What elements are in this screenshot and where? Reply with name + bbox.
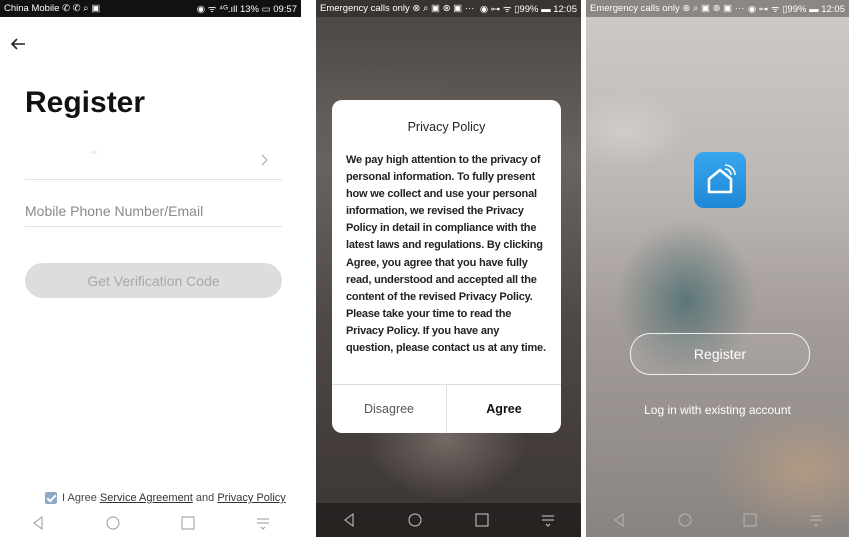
navigation-bar xyxy=(316,503,581,537)
dialog-title: Privacy Policy xyxy=(407,120,486,134)
back-arrow-icon[interactable] xyxy=(8,34,28,54)
privacy-policy-link[interactable]: Privacy Policy xyxy=(217,492,285,504)
nav-back-icon[interactable] xyxy=(610,511,628,529)
smart-home-logo-icon xyxy=(694,152,746,208)
service-agreement-link[interactable]: Service Agreement xyxy=(100,492,193,504)
phone-email-input[interactable] xyxy=(25,196,282,227)
status-right-text: ◉ ⊶ ᯤ ▯99% ▬ 12:05 xyxy=(479,4,577,15)
nav-home-icon[interactable] xyxy=(104,514,122,532)
agree-and-text: and xyxy=(195,492,215,504)
navigation-bar xyxy=(0,509,301,537)
nav-notification-icon[interactable] xyxy=(539,511,557,529)
agree-button[interactable]: Agree xyxy=(447,385,561,433)
nav-home-icon[interactable] xyxy=(406,511,424,529)
page-title: Register xyxy=(25,86,146,119)
privacy-policy-screen: Emergency calls only ⊗ ⌕ ▣ ⊗ ▣ ··· ◉ ⊶ ᯤ… xyxy=(316,0,581,537)
status-right-text: ◉ ᯤ ⁴ᴳ.ıll 13% ▭ 09:57 xyxy=(196,4,297,15)
chevron-right-icon xyxy=(261,154,268,166)
nav-notification-icon[interactable] xyxy=(807,511,825,529)
status-bar: Emergency calls only ⊗ ⌕ ▣ ⊗ ▣ ··· ◉ ⊶ ᯤ… xyxy=(586,0,849,17)
nav-back-icon[interactable] xyxy=(29,514,47,532)
privacy-policy-dialog: Privacy Policy We pay high attention to … xyxy=(332,100,561,433)
status-left-text: Emergency calls only ⊗ ⌕ ▣ ⊗ ▣ ··· xyxy=(590,3,745,14)
get-verification-code-button[interactable]: Get Verification Code xyxy=(25,263,282,298)
nav-recents-icon[interactable] xyxy=(179,514,197,532)
welcome-screen: Emergency calls only ⊗ ⌕ ▣ ⊗ ▣ ··· ◉ ⊶ ᯤ… xyxy=(586,0,849,537)
register-button[interactable]: Register xyxy=(630,333,810,375)
agree-checkbox[interactable] xyxy=(45,492,57,504)
status-bar: China Mobile ✆ ✆ ⌕ ▣ ◉ ᯤ ⁴ᴳ.ıll 13% ▭ 09… xyxy=(0,0,301,17)
status-left-text: China Mobile ✆ ✆ ⌕ ▣ xyxy=(4,3,101,14)
disagree-button[interactable]: Disagree xyxy=(332,385,447,433)
register-screen: China Mobile ✆ ✆ ⌕ ▣ ◉ ᯤ ⁴ᴳ.ıll 13% ▭ 09… xyxy=(0,0,301,537)
status-left-text: Emergency calls only ⊗ ⌕ ▣ ⊗ ▣ ··· xyxy=(320,3,475,14)
login-existing-account-link[interactable]: Log in with existing account xyxy=(586,403,849,417)
region-value-blur xyxy=(91,151,97,154)
nav-notification-icon[interactable] xyxy=(254,514,272,532)
dialog-actions: Disagree Agree xyxy=(332,384,561,433)
agreement-row: I Agree Service Agreement and Privacy Po… xyxy=(45,492,286,504)
blurred-background xyxy=(586,0,849,537)
nav-recents-icon[interactable] xyxy=(741,511,759,529)
navigation-bar xyxy=(586,503,849,537)
status-bar: Emergency calls only ⊗ ⌕ ▣ ⊗ ▣ ··· ◉ ⊶ ᯤ… xyxy=(316,0,581,17)
agree-prefix-text: I Agree xyxy=(62,492,97,504)
nav-back-icon[interactable] xyxy=(340,511,358,529)
nav-recents-icon[interactable] xyxy=(473,511,491,529)
country-region-selector[interactable] xyxy=(25,143,282,180)
nav-home-icon[interactable] xyxy=(676,511,694,529)
dialog-body-text: We pay high attention to the privacy of … xyxy=(346,154,546,355)
status-right-text: ◉ ⊶ ᯤ ▯99% ▬ 12:05 xyxy=(747,4,845,15)
